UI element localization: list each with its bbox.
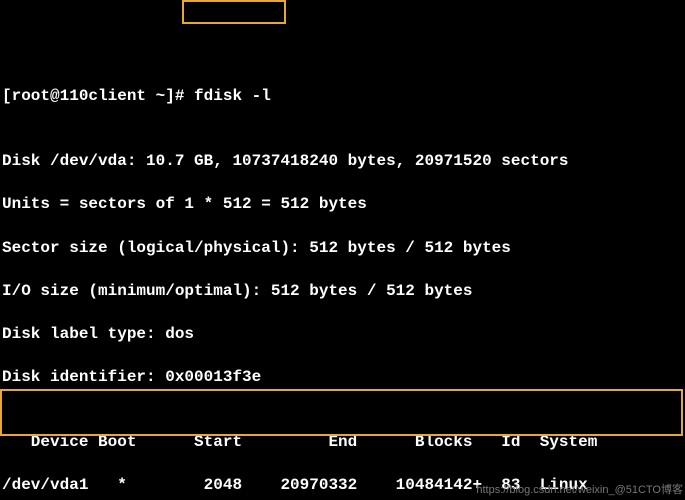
disk-a-io: I/O size (minimum/optimal): 512 bytes / … [2,281,685,303]
watermark-text: https://blog.csdn.net/weixin_@51CTO博客 [476,483,683,498]
disk-a-sector: Sector size (logical/physical): 512 byte… [2,238,685,260]
disk-a-header: Disk /dev/vda: 10.7 GB, 10737418240 byte… [2,151,685,173]
highlight-partition-row [0,389,683,436]
prompt-line: [root@110client ~]# fdisk -l [2,86,685,108]
command-text: fdisk -l [194,87,271,105]
disk-a-ident: Disk identifier: 0x00013f3e [2,367,685,389]
disk-a-label: Disk label type: dos [2,324,685,346]
disk-a-units: Units = sectors of 1 * 512 = 512 bytes [2,194,685,216]
highlight-command [182,0,286,24]
shell-prompt: [root@110client ~]# [2,87,194,105]
